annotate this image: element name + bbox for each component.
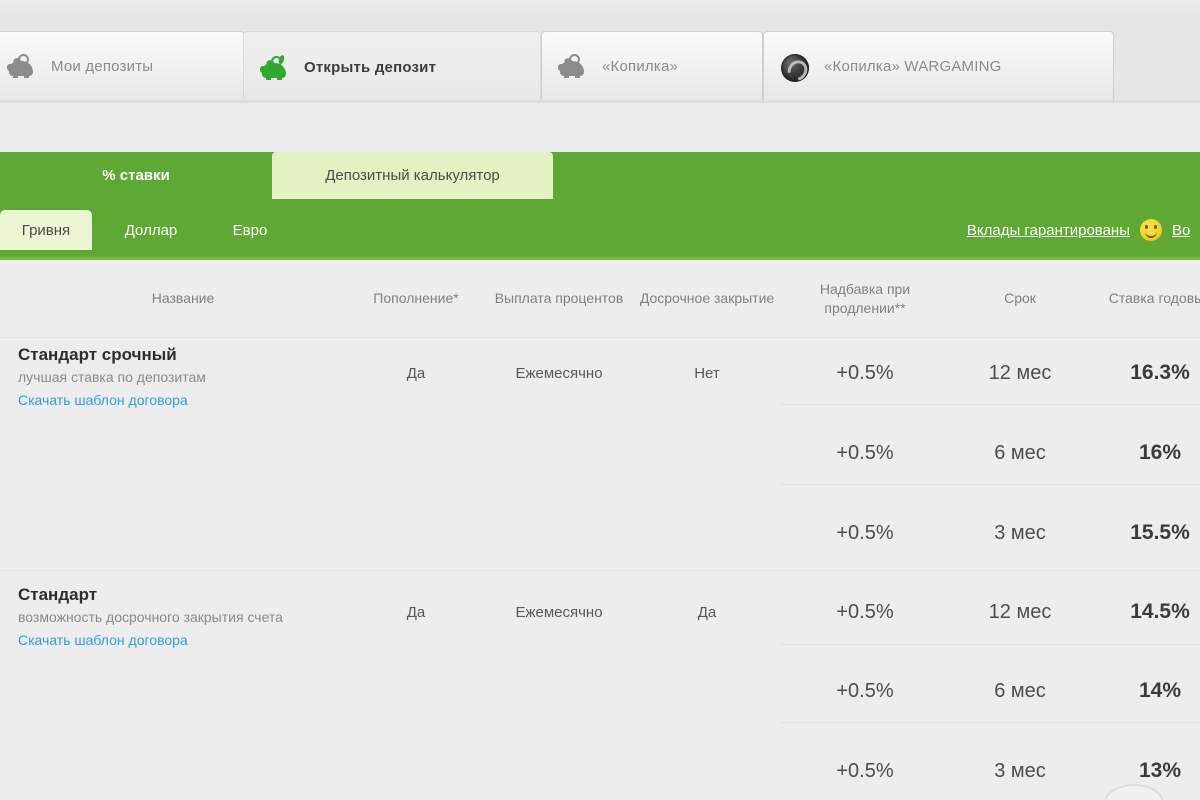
product-name-cell: Стандарт возможность досрочного закрытия…: [18, 584, 348, 650]
currency-tab-dollar-label: Доллар: [124, 221, 178, 239]
product-subtitle: возможность досрочного закрытия счета: [18, 609, 283, 625]
rates-table-header: Название Пополнение* Выплата процентов Д…: [0, 260, 1200, 338]
cell-term: 6 мес: [994, 441, 1046, 464]
currency-tab-hryvnia-label: Гривня: [21, 221, 71, 239]
col-header-term: Срок: [1004, 290, 1036, 306]
col-header-rate: Ставка годовых: [1108, 290, 1200, 306]
piggy-bank-green-icon: [260, 51, 294, 85]
download-contract-template-link[interactable]: Скачать шаблон договора: [18, 630, 188, 650]
cell-term: 12 мес: [988, 600, 1052, 623]
cell-early-closing: Нет: [694, 364, 720, 382]
col-header-name: Название: [151, 290, 215, 306]
cell-bonus: +0.5%: [836, 759, 894, 782]
cell-rate: 14%: [1138, 679, 1182, 702]
row-separator: [0, 570, 1200, 571]
row-sub-separator: [780, 484, 1200, 485]
deposit-page: Мои депозиты Открыть депозит «Копилка» «…: [0, 0, 1200, 800]
cell-bonus: +0.5%: [836, 679, 894, 702]
currency-tab-euro[interactable]: Евро: [210, 210, 290, 250]
product-name-cell: Стандарт срочный лучшая ставка по депози…: [18, 344, 348, 410]
cell-bonus: +0.5%: [836, 600, 894, 623]
main-tab-bar: Мои депозиты Открыть депозит «Копилка» «…: [0, 28, 1200, 103]
table-row: Стандарт срочный лучшая ставка по депози…: [0, 338, 1200, 418]
green-nav: % ставки Депозитный калькулятор Гривня Д…: [0, 152, 1200, 260]
col-header-replenish: Пополнение*: [373, 290, 459, 306]
piggy-bank-icon: [558, 49, 592, 83]
col-header-interest: Выплата процентов: [494, 290, 624, 306]
table-row: +0.5% 6 мес 16%: [0, 418, 1200, 498]
tab-my-deposits[interactable]: Мои депозиты: [0, 31, 245, 100]
tab-open-deposit-label: Открыть депозит: [304, 59, 437, 76]
product-title: Стандарт: [18, 585, 98, 604]
tab-kopilka-label: «Копилка»: [602, 57, 679, 75]
cell-rate: 16%: [1138, 441, 1182, 464]
product-subtitle: лучшая ставка по депозитам: [18, 369, 206, 385]
currency-tab-hryvnia[interactable]: Гривня: [0, 210, 92, 250]
deposit-guarantee-block: Вклады гарантированы Во: [967, 210, 1200, 250]
col-header-early-closing: Досрочное закрытие: [639, 290, 775, 306]
cell-rate: 15.5%: [1130, 521, 1190, 544]
tab-my-deposits-label: Мои депозиты: [51, 57, 154, 75]
cell-term: 12 мес: [988, 361, 1052, 384]
download-contract-template-link[interactable]: Скачать шаблон договора: [18, 390, 188, 410]
tab-open-deposit[interactable]: Открыть депозит: [243, 31, 541, 103]
table-row: Стандарт возможность досрочного закрытия…: [0, 576, 1200, 656]
col-header-bonus: Надбавка при продлении**: [819, 280, 911, 316]
row-sub-separator: [780, 404, 1200, 405]
page-content: % ставки Депозитный калькулятор Гривня Д…: [0, 103, 1200, 800]
tab-kopilka-wargaming[interactable]: «Копилка» WARGAMING: [763, 31, 1114, 100]
smiley-icon: [1140, 219, 1162, 241]
cell-bonus: +0.5%: [836, 521, 894, 544]
table-row: +0.5% 3 мес 15.5%: [0, 498, 1200, 576]
table-row: +0.5% 6 мес 14%: [0, 656, 1200, 736]
cell-term: 3 мес: [994, 759, 1046, 782]
currency-tab-dollar[interactable]: Доллар: [105, 210, 197, 250]
rates-table: Название Пополнение* Выплата процентов Д…: [0, 260, 1200, 800]
table-row: +0.5% 3 мес 13%: [0, 736, 1200, 800]
tab-kopilka-wargaming-label: «Копилка» WARGAMING: [824, 57, 1002, 75]
cell-rate: 16.3%: [1130, 361, 1190, 384]
cell-replenish: Да: [406, 364, 426, 382]
window-top-strip: [0, 0, 1200, 28]
cell-replenish: Да: [406, 603, 426, 621]
tab-deposit-calculator[interactable]: Депозитный калькулятор: [272, 152, 553, 199]
row-sub-separator: [780, 722, 1200, 723]
deposit-guarantee-link[interactable]: Вклады гарантированы: [967, 222, 1130, 239]
wargaming-logo-icon: [780, 49, 814, 83]
product-title: Стандарт срочный: [18, 345, 177, 364]
cell-term: 6 мес: [994, 679, 1046, 702]
cell-interest: Ежемесячно: [515, 603, 603, 621]
tab-percent-rates[interactable]: % ставки: [0, 152, 272, 199]
tab-deposit-calculator-label: Депозитный калькулятор: [325, 167, 500, 184]
cell-interest: Ежемесячно: [515, 364, 603, 382]
cell-term: 3 мес: [994, 521, 1046, 544]
cell-bonus: +0.5%: [836, 441, 894, 464]
deposit-guarantee-overflow-link[interactable]: Во: [1172, 222, 1198, 239]
currency-tab-euro-label: Евро: [232, 221, 268, 239]
tab-kopilka[interactable]: «Копилка»: [541, 31, 763, 100]
piggy-bank-icon: [7, 49, 41, 83]
row-sub-separator: [780, 644, 1200, 645]
tab-percent-rates-label: % ставки: [102, 167, 170, 184]
cell-rate: 14.5%: [1130, 600, 1190, 623]
cell-early-closing: Да: [697, 603, 717, 621]
cell-bonus: +0.5%: [836, 361, 894, 384]
